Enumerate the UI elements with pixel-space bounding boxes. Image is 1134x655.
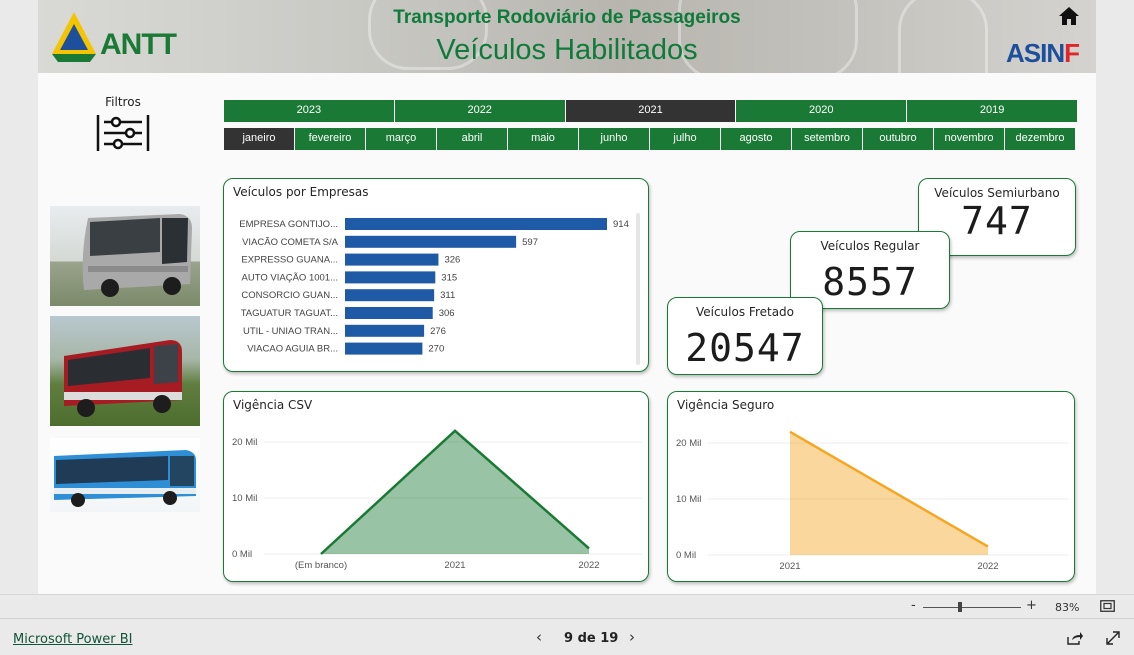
month-button-agosto[interactable]: agosto [721,128,791,150]
month-button-dezembro[interactable]: dezembro [1005,128,1075,150]
home-icon[interactable] [1058,6,1080,26]
x-tick-label: 2021 [779,561,800,572]
bar-value-label: 311 [440,290,455,301]
zoom-slider-thumb[interactable] [958,602,963,612]
zoom-level: 83% [1055,601,1080,614]
powerbi-link[interactable]: Microsoft Power BI [13,632,132,647]
bar-category-label: EMPRESA GONTIJO... [239,219,338,230]
filters-panel[interactable]: Filtros [88,95,158,153]
month-button-outubro[interactable]: outubro [863,128,933,150]
month-button-janeiro[interactable]: janeiro [224,128,294,150]
fit-to-page-icon[interactable] [1100,600,1115,612]
bar-category-label: AUTO VIAÇÃO 1001... [242,272,338,283]
x-tick-label: 2021 [444,560,465,571]
share-icon[interactable] [1067,631,1083,645]
report-subtitle: Veículos Habilitados [436,34,698,66]
zoom-out-button[interactable]: - [911,598,916,613]
seguro-area-chart-card[interactable]: Vigência Seguro 0 Mil 10 Mil 20 Mil 2021 202… [667,391,1075,582]
x-tick-label: 2022 [977,561,998,572]
asinf-logo: ASINF [1006,38,1080,68]
x-tick-label: 2022 [578,560,599,571]
seguro-area-chart: 0 Mil 10 Mil 20 Mil 2021 2022 [676,430,1068,572]
city-bus-illustration [54,450,196,507]
year-button-2022[interactable]: 2022 [394,100,565,122]
y-tick-label: 20 Mil [232,437,257,448]
bar-value-label: 597 [522,237,538,248]
month-button-novembro[interactable]: novembro [934,128,1004,150]
scrollbar [636,213,640,365]
zoom-in-button[interactable]: + [1026,598,1037,613]
bar-category-label: VIACÃO COMETA S/A [242,237,339,248]
page-indicator: 9 de 19 [564,631,619,646]
bar [345,218,607,230]
bar-value-label: 315 [441,272,457,283]
csv-area-chart-card[interactable]: Vigência CSV 0 Mil 10 Mil 20 Mil (Em branco… [223,391,649,582]
report-canvas: ANTT Transporte Rodoviário de Passageiro… [38,0,1096,594]
bar-category-label: UTIL - UNIAO TRAN... [243,326,338,337]
csv-area-chart: 0 Mil 10 Mil 20 Mil (Em branco) 2021 2022 [232,429,642,571]
month-button-fevereiro[interactable]: fevereiro [295,128,365,150]
kpi-value-fretado: 20547 [685,326,805,370]
month-button-junho[interactable]: junho [579,128,649,150]
y-tick-label: 10 Mil [232,493,257,504]
x-tick-label: (Em branco) [295,560,347,571]
footer-bar: Microsoft Power BI ‹ 9 de 19 › [0,618,1134,655]
report-title: Transporte Rodoviário de Passageiros [393,7,741,28]
y-tick-label: 0 Mil [676,550,696,561]
y-tick-label: 20 Mil [676,438,701,449]
coach-bus-image [50,206,200,306]
bar [345,342,423,355]
powerbi-report-viewer: ANTT Transporte Rodoviário de Passageiro… [0,0,1134,655]
area-fill [321,430,589,554]
red-bus-illustration [64,340,182,417]
bar-category-label: EXPRESSO GUANA... [241,255,338,266]
next-page-icon[interactable]: › [629,628,635,646]
bar-chart-card[interactable]: Veículos por Empresas EMPRESA GONTIJO...… [223,178,649,372]
y-tick-label: 0 Mil [232,549,252,560]
bar [345,289,435,302]
bar-value-label: 914 [613,219,629,230]
kpi-card-fretado[interactable]: Veículos Fretado 20547 [667,297,823,375]
y-tick-label: 10 Mil [676,494,701,505]
city-bus-image [50,438,200,512]
month-slicer: janeiro fevereiro março abril maio junho julho… [224,128,1075,150]
year-button-2019[interactable]: 2019 [907,100,1077,122]
bar-category-label: CONSORCIO GUAN... [241,290,338,301]
zoom-slider-track[interactable] [923,607,1021,608]
kpi-label-regular: Veículos Regular [820,239,920,253]
bar [345,324,425,337]
month-button-setembro[interactable]: setembro [792,128,862,150]
bar-value-label: 276 [430,326,446,337]
bar-value-label: 306 [439,308,455,319]
report-header: ANTT Transporte Rodoviário de Passageiro… [38,0,1096,73]
previous-page-icon[interactable]: ‹ [536,628,542,646]
bar-category-label: TAGUATUR TAGUAT... [241,308,338,319]
fullscreen-icon[interactable] [1106,631,1120,645]
filters-label: Filtros [105,95,141,109]
kpi-label-fretado: Veículos Fretado [695,305,795,319]
red-bus-image [50,316,200,426]
bar-value-label: 326 [444,255,460,266]
month-button-abril[interactable]: abril [437,128,507,150]
zoom-bar: - + 83% [0,594,1134,618]
month-button-março[interactable]: março [366,128,436,150]
year-slicer: 2023 2022 2021 2020 2019 [224,100,1077,122]
bar-chart: EMPRESA GONTIJO... 914 VIACÃO COMETA S/A 59… [239,213,640,365]
bar [345,253,439,266]
bar-value-label: 270 [428,344,444,355]
asinf-logo-accent: F [1064,38,1080,68]
coach-bus-illustration [82,214,192,297]
bar [345,271,436,284]
bar [345,307,433,319]
bar-category-label: VIACAO AGUIA BR... [247,344,338,355]
year-button-2023[interactable]: 2023 [224,100,394,122]
year-button-2021[interactable]: 2021 [565,100,736,122]
sliders-icon[interactable] [94,113,152,153]
month-button-julho[interactable]: julho [650,128,720,150]
year-button-2020[interactable]: 2020 [736,100,907,122]
month-button-maio[interactable]: maio [508,128,578,150]
bar [345,235,517,248]
